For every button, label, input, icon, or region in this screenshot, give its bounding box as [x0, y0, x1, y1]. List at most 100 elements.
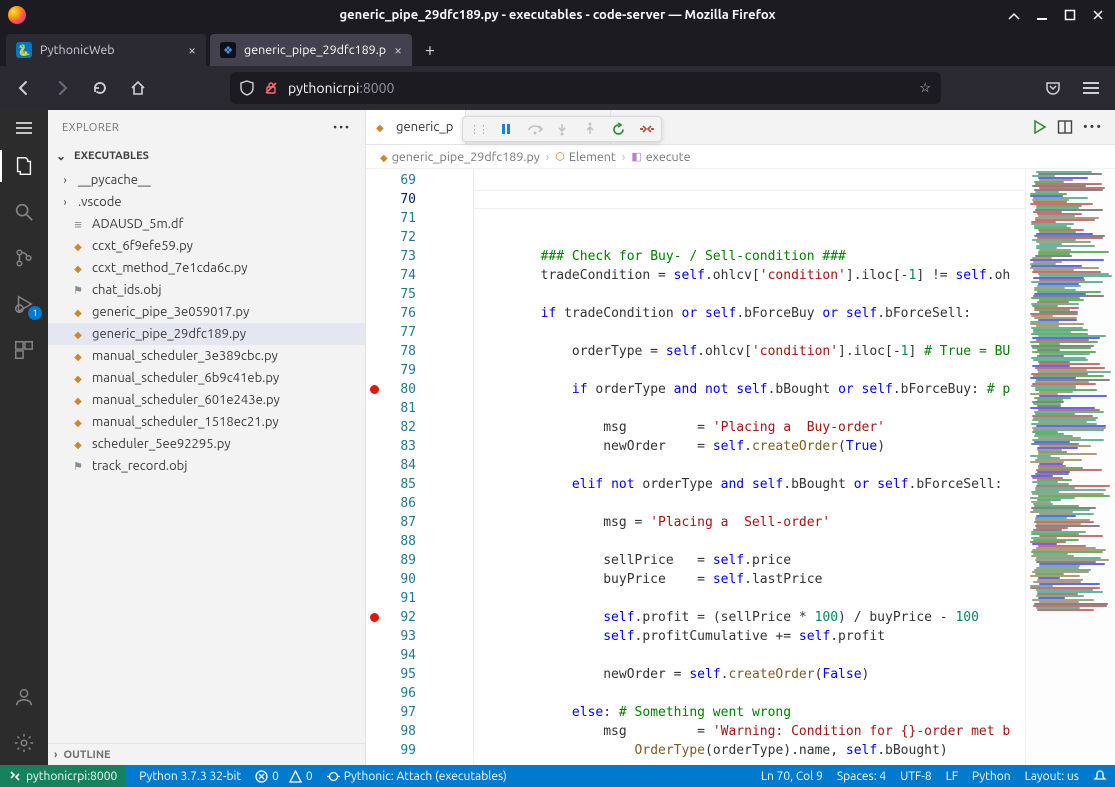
status-language[interactable]: Python [972, 770, 1011, 783]
code-line[interactable]: orderType = self.ohlcv['condition'].iloc… [478, 342, 1025, 361]
minimap[interactable] [1025, 169, 1115, 765]
code-line[interactable] [478, 684, 1025, 703]
split-editor-icon[interactable] [1057, 119, 1073, 135]
editor-tab[interactable]: generic_p [366, 110, 466, 144]
code-line[interactable]: elif not orderType and self.bBought or s… [478, 475, 1025, 494]
code-line[interactable]: OrderType(orderType).name, self.bBought) [478, 741, 1025, 760]
file-row[interactable]: generic_pipe_3e059017.py [48, 301, 365, 323]
line-number[interactable]: 69 [366, 171, 416, 190]
line-number[interactable]: 78 [366, 342, 416, 361]
line-number[interactable]: 84 [366, 456, 416, 475]
activity-settings-icon[interactable] [0, 721, 48, 765]
file-row[interactable]: ccxt_method_7e1cda6c.py [48, 257, 365, 279]
line-number[interactable]: 95 [366, 665, 416, 684]
debug-disconnect-icon[interactable] [639, 122, 655, 136]
code-line[interactable] [478, 589, 1025, 608]
tab-close-icon[interactable]: × [394, 42, 402, 58]
file-row[interactable]: manual_scheduler_3e389cbc.py [48, 345, 365, 367]
file-row[interactable]: track_record.obj [48, 455, 365, 477]
code-line[interactable] [478, 456, 1025, 475]
status-problems[interactable]: 0 0 [255, 770, 313, 783]
tracking-shield-icon[interactable] [240, 80, 254, 96]
activity-extensions-icon[interactable] [0, 328, 48, 372]
code-line[interactable]: msg = 'Placing a Sell-order' [478, 513, 1025, 532]
line-number[interactable]: 98 [366, 722, 416, 741]
status-debug-config[interactable]: Pythonic: Attach (executables) [327, 770, 507, 783]
file-row[interactable]: ADAUSD_5m.df [48, 213, 365, 235]
breadcrumbs[interactable]: generic_pipe_29dfc189.py › ⬡Element › ◧e… [366, 145, 1115, 169]
code-editor[interactable]: 6970717273747576777879808182838485868788… [366, 169, 1115, 765]
line-number[interactable]: 72 [366, 228, 416, 247]
debug-step-into-icon[interactable] [555, 122, 571, 136]
line-number[interactable]: 87 [366, 513, 416, 532]
window-minimize-icon[interactable] [1035, 8, 1049, 22]
code-line[interactable]: msg = 'Warning: Condition for {}-order m… [478, 722, 1025, 741]
line-number[interactable]: 76 [366, 304, 416, 323]
nav-reload-button[interactable] [84, 72, 116, 104]
status-encoding[interactable]: UTF-8 [900, 770, 931, 783]
code-content[interactable]: ### Check for Buy- / Sell-condition ### … [474, 169, 1025, 765]
code-line[interactable]: msg = 'Placing a Buy-order' [478, 418, 1025, 437]
breakpoint-icon[interactable] [370, 613, 379, 622]
editor-more-icon[interactable]: ••• [1083, 120, 1103, 134]
line-number[interactable]: 81 [366, 399, 416, 418]
code-line[interactable]: if tradeCondition or self.bForceBuy or s… [478, 304, 1025, 323]
url-bar[interactable]: pythonicrpi:8000 ☆ [230, 72, 941, 104]
outline-section-header[interactable]: › OUTLINE [48, 743, 365, 765]
code-line[interactable]: buyPrice = self.lastPrice [478, 570, 1025, 589]
line-number[interactable]: 71 [366, 209, 416, 228]
code-line[interactable]: self.profitCumulative += self.profit [478, 627, 1025, 646]
breadcrumb-item[interactable]: generic_pipe_29dfc189.py [380, 150, 540, 164]
breadcrumb-item[interactable]: ◧execute [631, 150, 690, 164]
line-number-gutter[interactable]: 6970717273747576777879808182838485868788… [366, 169, 426, 765]
code-line[interactable]: else: # Something went wrong [478, 703, 1025, 722]
line-number[interactable]: 73 [366, 247, 416, 266]
code-line[interactable]: sellPrice = self.price [478, 551, 1025, 570]
explorer-section-header[interactable]: ⌄ EXECUTABLES [48, 145, 365, 167]
line-number[interactable]: 75 [366, 285, 416, 304]
browser-tab[interactable]: generic_pipe_29dfc189.p × [210, 34, 412, 66]
file-row[interactable]: manual_scheduler_6b9c41eb.py [48, 367, 365, 389]
nav-back-button[interactable] [8, 72, 40, 104]
debug-restart-icon[interactable] [611, 122, 627, 137]
status-notifications-icon[interactable] [1093, 769, 1107, 783]
activity-account-icon[interactable] [0, 675, 48, 719]
file-row[interactable]: ccxt_6f9efe59.py [48, 235, 365, 257]
status-python-interpreter[interactable]: Python 3.7.3 32-bit [139, 770, 241, 783]
code-line[interactable] [478, 494, 1025, 513]
code-line[interactable]: newOrder = self.createOrder(False) [478, 665, 1025, 684]
file-row[interactable]: scheduler_5ee92295.py [48, 433, 365, 455]
line-number[interactable]: 91 [366, 589, 416, 608]
nav-home-button[interactable] [122, 72, 154, 104]
app-menu-button[interactable] [0, 114, 48, 142]
bookmark-star-icon[interactable]: ☆ [919, 81, 931, 96]
breakpoint-icon[interactable] [370, 385, 379, 394]
line-number[interactable]: 79 [366, 361, 416, 380]
status-cursor-position[interactable]: Ln 70, Col 9 [761, 770, 823, 783]
nav-forward-button[interactable] [46, 72, 78, 104]
debug-pause-icon[interactable] [499, 122, 515, 136]
code-line[interactable] [478, 646, 1025, 665]
window-close-icon[interactable] [1091, 8, 1105, 22]
line-number[interactable]: 92 [366, 608, 416, 627]
line-number[interactable]: 96 [366, 684, 416, 703]
activity-search-icon[interactable] [0, 190, 48, 234]
fold-column[interactable] [426, 169, 442, 765]
insecure-lock-icon[interactable] [264, 81, 278, 95]
activity-explorer-icon[interactable] [0, 144, 48, 188]
debug-step-out-icon[interactable] [583, 122, 599, 136]
status-eol[interactable]: LF [946, 770, 958, 783]
code-line[interactable]: newOrder = self.createOrder(True) [478, 437, 1025, 456]
run-file-icon[interactable] [1031, 119, 1047, 135]
drag-grip-icon[interactable]: ⋮⋮ [469, 123, 487, 136]
folder-row[interactable]: ›.vscode [48, 191, 365, 213]
window-min-icon[interactable] [1007, 8, 1021, 22]
app-menu-icon[interactable] [1075, 72, 1107, 104]
code-line[interactable]: if orderType and not self.bBought or sel… [478, 380, 1025, 399]
code-line[interactable] [478, 532, 1025, 551]
file-row[interactable]: generic_pipe_29dfc189.py [48, 323, 365, 345]
line-number[interactable]: 90 [366, 570, 416, 589]
code-line[interactable]: ### Check for Buy- / Sell-condition ### [478, 247, 1025, 266]
line-number[interactable]: 97 [366, 703, 416, 722]
code-line[interactable] [478, 323, 1025, 342]
